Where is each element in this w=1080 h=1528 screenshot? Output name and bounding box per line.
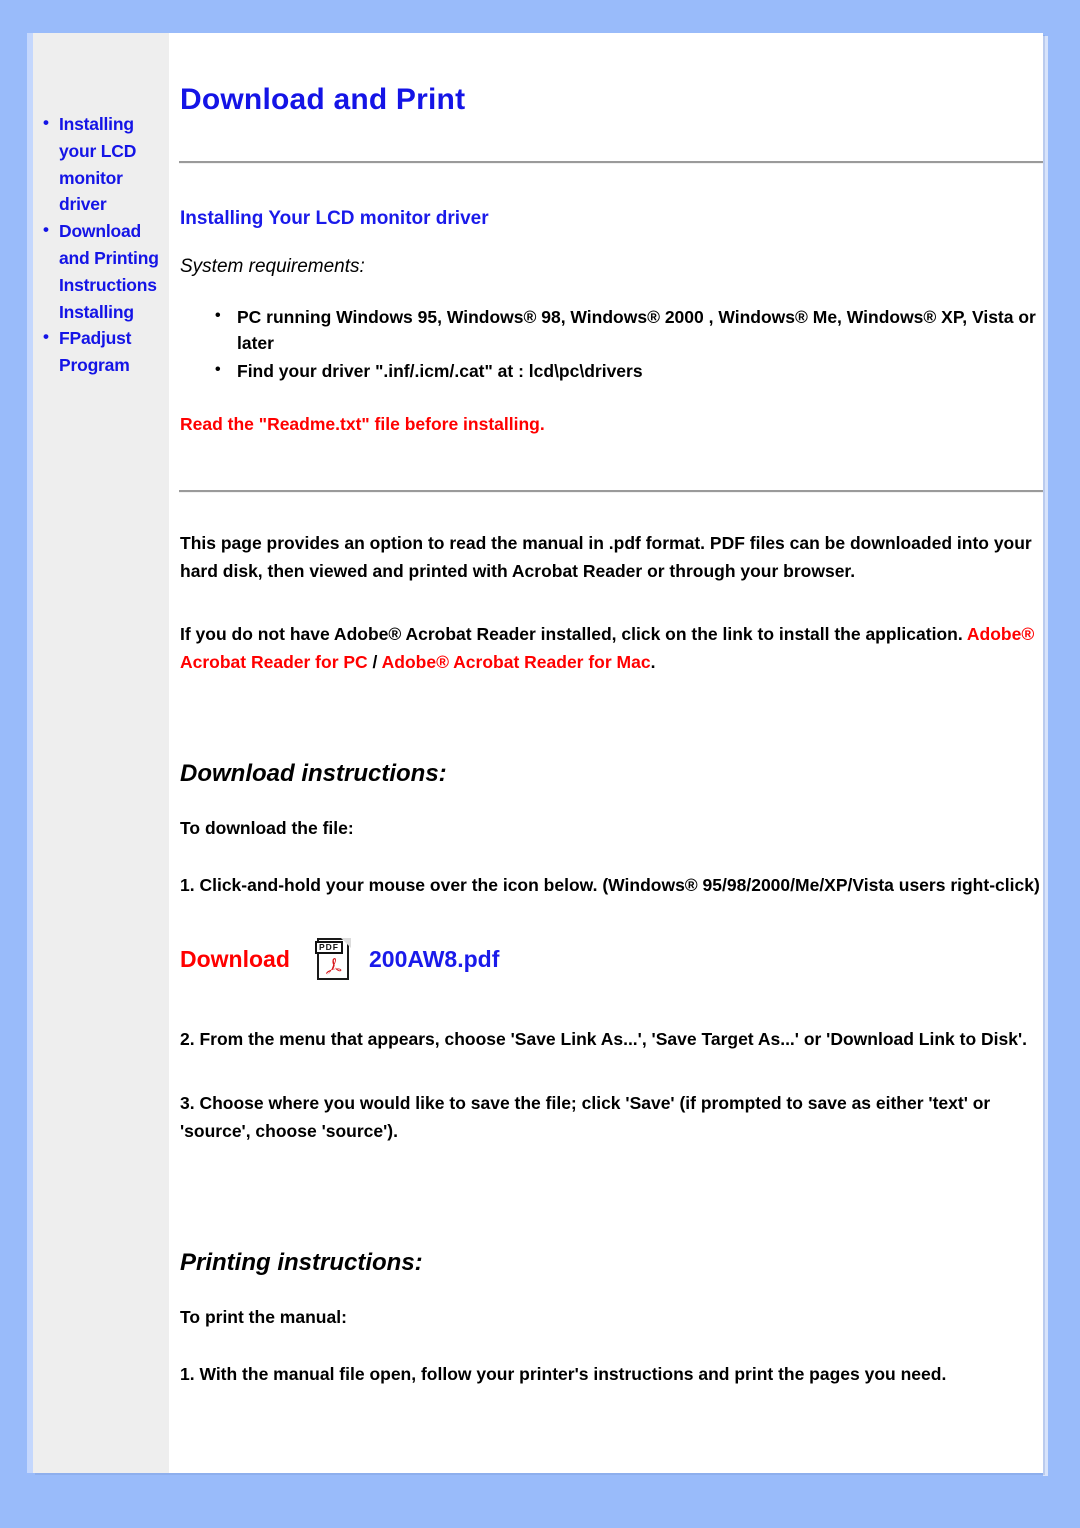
download-step-3: 3. Choose where you would like to save t… (180, 1093, 991, 1141)
page-frame-right-edge (1043, 36, 1048, 1476)
sidebar-item-installing-driver[interactable]: Installing your LCD monitor driver (33, 110, 169, 218)
printing-step-1: 1. With the manual file open, follow you… (180, 1364, 947, 1384)
download-step-2: 2. From the menu that appears, choose 'S… (180, 1029, 1028, 1049)
download-lead-line: To download the file: (180, 818, 354, 838)
sidebar-link-list: Installing your LCD monitor driver Downl… (33, 33, 169, 379)
sidebar-item-fpadjust-program[interactable]: FPadjust Program (33, 324, 169, 379)
sidebar-navigation: Installing your LCD monitor driver Downl… (33, 33, 169, 1473)
adobe-link-separator: / (367, 652, 382, 672)
document-page: Installing your LCD monitor driver Downl… (33, 33, 1043, 1473)
printing-lead-line: To print the manual: (180, 1307, 347, 1327)
adobe-reader-paragraph: If you do not have Adobe® Acrobat Reader… (175, 585, 1042, 676)
download-label[interactable]: Download (180, 946, 315, 973)
pdf-icon-label: PDF (315, 941, 343, 954)
pdf-file-icon[interactable]: PDF (315, 935, 353, 983)
printing-instructions-heading: Printing instructions: (180, 1249, 423, 1276)
intro-paragraph: This page provides an option to read the… (180, 533, 1032, 581)
requirement-item: PC running Windows 95, Windows® 98, Wind… (175, 303, 1037, 356)
system-requirements-label: System requirements: (180, 256, 365, 277)
sidebar-item-installing[interactable]: Installing (33, 299, 169, 326)
adobe-acrobat-reader-mac-link[interactable]: Adobe® Acrobat Reader for Mac (382, 652, 651, 672)
download-instructions-heading: Download instructions: (180, 760, 447, 787)
acrobat-logo-icon (326, 958, 342, 975)
adobe-paragraph-suffix: . (650, 652, 656, 672)
adobe-paragraph-prefix: If you do not have Adobe® Acrobat Reader… (180, 624, 967, 644)
section-heading-installing-driver: Installing Your LCD monitor driver (180, 208, 489, 229)
system-requirements-list: PC running Windows 95, Windows® 98, Wind… (175, 278, 1043, 384)
page-title: Download and Print (180, 83, 466, 116)
readme-notice: Read the "Readme.txt" file before instal… (180, 414, 545, 434)
main-content: Download and Print Installing Your LCD m… (169, 33, 1043, 1473)
download-file-row: Download PDF 200AW8.pdf (175, 899, 1043, 983)
download-step-1: 1. Click-and-hold your mouse over the ic… (180, 875, 1040, 895)
pdf-filename-link[interactable]: 200AW8.pdf (369, 946, 499, 973)
requirement-item: Find your driver ".inf/.icm/.cat" at : l… (175, 357, 1037, 384)
sidebar-item-download-printing[interactable]: Download and Printing Instructions (33, 217, 169, 298)
